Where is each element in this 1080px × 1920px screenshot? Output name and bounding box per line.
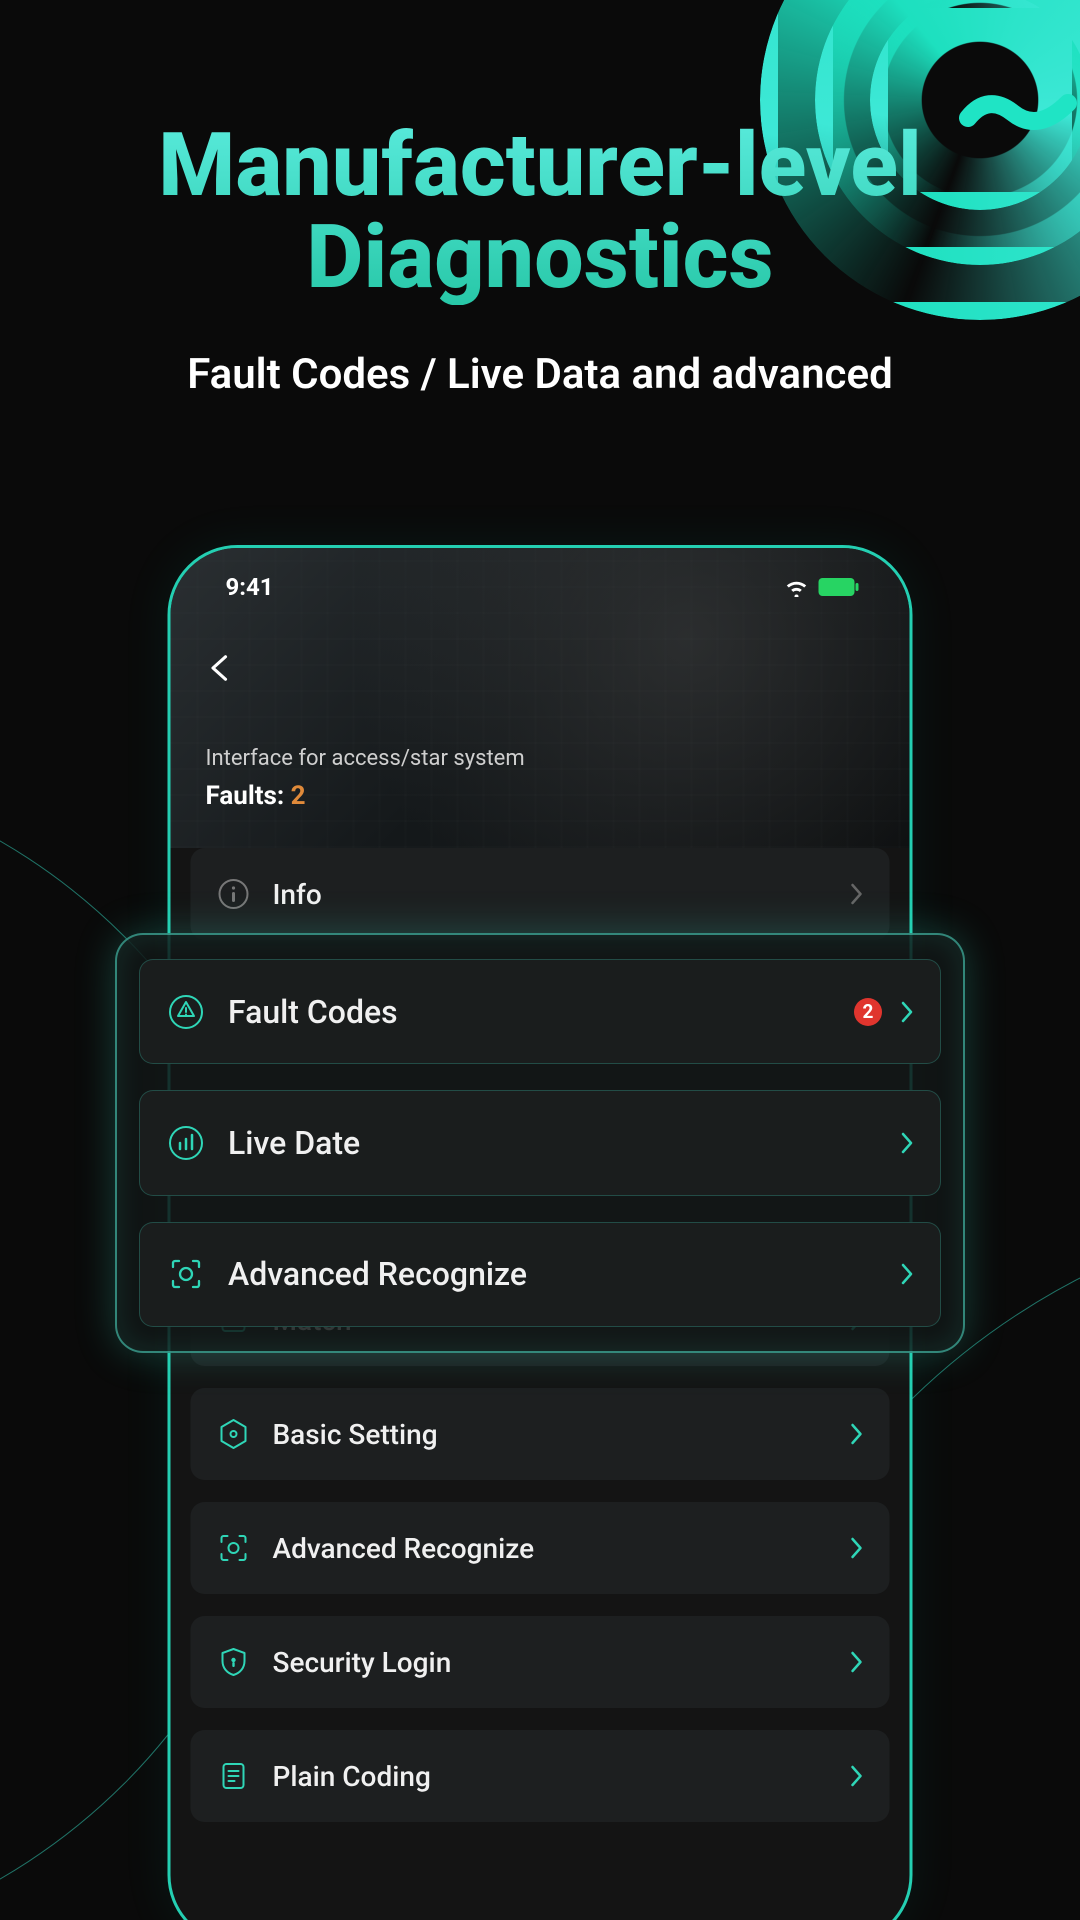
highlight-item-live-date[interactable]: Live Date xyxy=(139,1090,941,1195)
warning-icon xyxy=(166,992,206,1032)
highlight-panel: Fault Codes 2 Live Date Advanced Recogni… xyxy=(115,933,965,1353)
info-icon xyxy=(217,877,251,911)
faults-label: Faults: xyxy=(206,781,291,811)
hex-icon xyxy=(217,1417,251,1451)
menu-item-security-login[interactable]: Security Login xyxy=(191,1616,890,1708)
chevron-right-icon xyxy=(850,882,864,906)
document-icon xyxy=(217,1759,251,1793)
chevron-right-icon xyxy=(900,1131,914,1155)
chevron-right-icon xyxy=(850,1422,864,1446)
menu-label: Live Date xyxy=(228,1124,900,1162)
wifi-icon xyxy=(785,577,809,597)
chevron-right-icon xyxy=(900,1000,914,1024)
status-time: 9:41 xyxy=(226,573,274,601)
hero-title-line2: Diagnostics xyxy=(306,206,773,309)
battery-icon xyxy=(819,578,855,596)
menu-label: Plain Coding xyxy=(273,1760,850,1793)
menu-label: Basic Setting xyxy=(273,1418,850,1451)
menu-item-adv-recognize-2[interactable]: Advanced Recognize xyxy=(191,1502,890,1594)
faults-line: Faults: 2 xyxy=(206,781,525,811)
faults-count: 2 xyxy=(291,781,306,811)
menu-label: Advanced Recognize xyxy=(228,1255,900,1293)
hero-heading: Manufacturer-level Diagnostics Fault Cod… xyxy=(0,120,1080,399)
menu-label: Fault Codes xyxy=(228,993,854,1031)
highlight-item-fault-codes[interactable]: Fault Codes 2 xyxy=(139,959,941,1064)
highlight-item-adv-recognize[interactable]: Advanced Recognize xyxy=(139,1222,941,1327)
status-bar: 9:41 xyxy=(171,548,910,608)
header-info: Interface for access/star system Faults:… xyxy=(206,746,525,811)
chevron-right-icon xyxy=(850,1650,864,1674)
chevron-right-icon xyxy=(850,1536,864,1560)
scan-icon xyxy=(166,1254,206,1294)
menu-item-info[interactable]: Info xyxy=(191,848,890,940)
hero-subtitle: Fault Codes / Live Data and advanced xyxy=(0,350,1080,399)
menu-label: Security Login xyxy=(273,1646,850,1679)
menu-item-basic-setting[interactable]: Basic Setting xyxy=(191,1388,890,1480)
menu-label: Advanced Recognize xyxy=(273,1532,850,1565)
menu-label: Info xyxy=(273,878,850,911)
chart-icon xyxy=(166,1123,206,1163)
back-button[interactable] xyxy=(206,653,236,683)
hero-title-line1: Manufacturer-level xyxy=(158,114,921,217)
shield-icon xyxy=(217,1645,251,1679)
chevron-right-icon xyxy=(900,1262,914,1286)
menu-item-plain-coding[interactable]: Plain Coding xyxy=(191,1730,890,1822)
scan-icon xyxy=(217,1531,251,1565)
fault-badge: 2 xyxy=(854,998,882,1026)
header-subtitle: Interface for access/star system xyxy=(206,746,525,771)
chevron-right-icon xyxy=(850,1764,864,1788)
